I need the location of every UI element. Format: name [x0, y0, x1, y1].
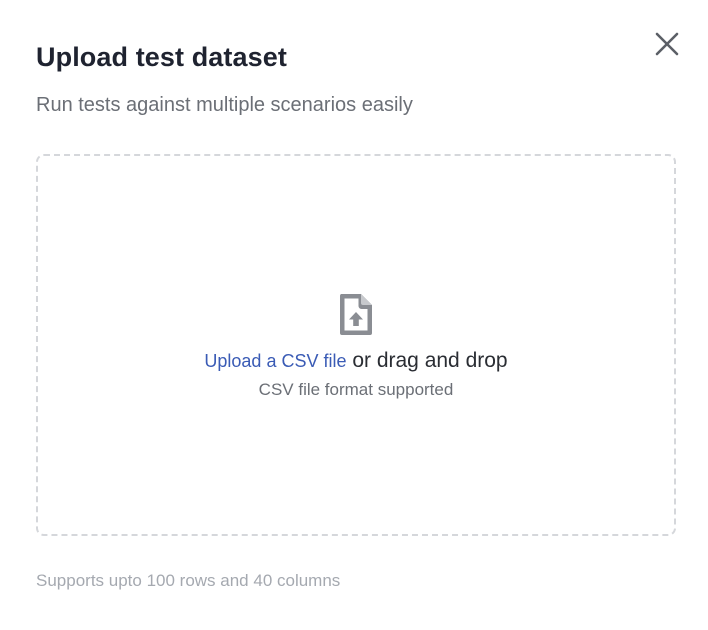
- drag-drop-text: or drag and drop: [346, 349, 508, 372]
- dialog-title: Upload test dataset: [36, 42, 287, 72]
- upload-csv-link[interactable]: Upload a CSV file: [204, 351, 346, 371]
- dialog-subtitle: Run tests against multiple scenarios eas…: [36, 94, 413, 116]
- file-dropzone[interactable]: Upload a CSV file or drag and drop CSV f…: [36, 154, 676, 536]
- upload-dataset-dialog: Upload test dataset Run tests against mu…: [0, 0, 708, 630]
- close-button[interactable]: [650, 27, 684, 61]
- format-hint: CSV file format supported: [258, 380, 454, 399]
- limits-note: Supports upto 100 rows and 40 columns: [36, 571, 341, 590]
- dropzone-instructions: Upload a CSV file or drag and drop: [38, 348, 674, 374]
- close-icon: [655, 32, 679, 56]
- file-upload-icon: [339, 294, 372, 335]
